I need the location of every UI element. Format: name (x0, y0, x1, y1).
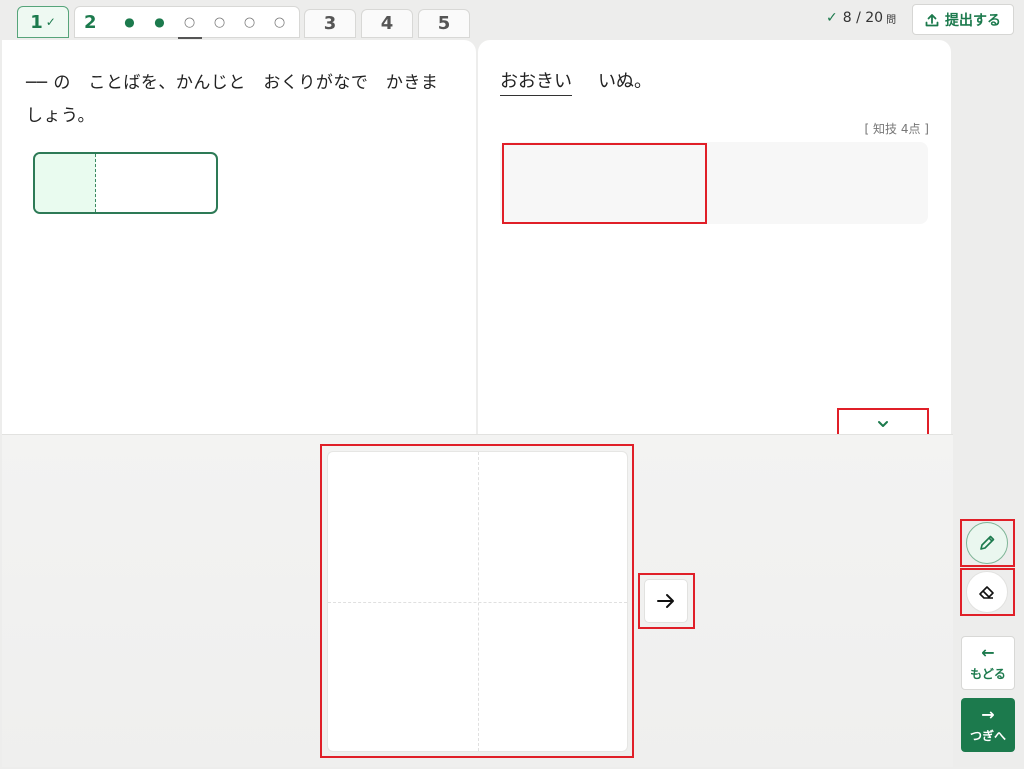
progress-indicator: ✓ 8 / 20 問 (826, 10, 896, 26)
submit-button[interactable]: 提出する (912, 4, 1014, 35)
tab-question-2[interactable]: 2 ● ● ○ ○ ○ ○ (74, 6, 300, 39)
next-label: つぎへ (969, 729, 1006, 743)
question-rest: いぬ。 (598, 71, 652, 92)
check-icon: ✓ (45, 15, 56, 29)
tab-number: 1 (30, 11, 43, 33)
subquestion-dot-answered[interactable]: ● (115, 15, 145, 29)
arrow-right-icon (657, 594, 674, 608)
question-text: おおきい いぬ。 (500, 67, 652, 96)
eraser-icon (979, 586, 994, 599)
subquestion-dot-current[interactable]: ○ (175, 15, 205, 39)
tab-number: 2 (84, 11, 97, 33)
tab-number: 5 (437, 13, 451, 34)
answer-cell-kanji[interactable] (35, 154, 96, 212)
subquestion-dot-answered[interactable]: ● (145, 15, 175, 29)
subquestion-dots: ● ● ○ ○ ○ ○ (115, 15, 295, 39)
pen-tool-button[interactable] (966, 522, 1008, 564)
points-label: [ 知技 4点 ] (864, 122, 929, 136)
submit-label: 提出する (945, 12, 1001, 29)
chevron-down-icon (878, 421, 888, 427)
progress-count: 8 / 20 (842, 10, 884, 26)
progress-unit: 問 (886, 14, 897, 26)
arrow-left-icon: ← (981, 643, 995, 662)
arrow-right-icon: → (981, 705, 995, 724)
subquestion-dot-unanswered[interactable]: ○ (235, 15, 265, 30)
subquestion-dot-unanswered[interactable]: ○ (265, 15, 295, 30)
next-cell-button[interactable] (644, 579, 688, 623)
back-button[interactable]: ← もどる (961, 636, 1015, 690)
tab-number: 4 (380, 13, 394, 34)
answer-row (500, 142, 928, 224)
subquestion-dot-unanswered[interactable]: ○ (205, 15, 235, 30)
tab-number: 3 (323, 13, 337, 34)
tab-question-4[interactable]: 4 (361, 9, 413, 38)
tab-question-1[interactable]: 1 ✓ (17, 6, 69, 38)
instruction-panel: ── の ことばを、かんじと おくりがなで かきましょう。 (2, 40, 476, 434)
eraser-tool-button[interactable] (966, 571, 1008, 613)
tab-question-5[interactable]: 5 (418, 9, 470, 38)
next-button[interactable]: → つぎへ (961, 698, 1015, 752)
tab-question-3[interactable]: 3 (304, 9, 356, 38)
target-word: おおきい (500, 71, 572, 96)
canvas-guide-horizontal (328, 602, 627, 603)
answer-box[interactable] (33, 152, 218, 214)
question-panel: おおきい いぬ。 [ 知技 4点 ] (478, 40, 951, 434)
instruction-text: ── の ことばを、かんじと おくりがなで かきましょう。 (26, 73, 439, 126)
pencil-icon (980, 535, 995, 550)
check-icon: ✓ (826, 10, 838, 26)
handwriting-canvas[interactable] (327, 451, 628, 752)
upload-icon (925, 13, 939, 26)
back-label: もどる (970, 667, 1006, 681)
